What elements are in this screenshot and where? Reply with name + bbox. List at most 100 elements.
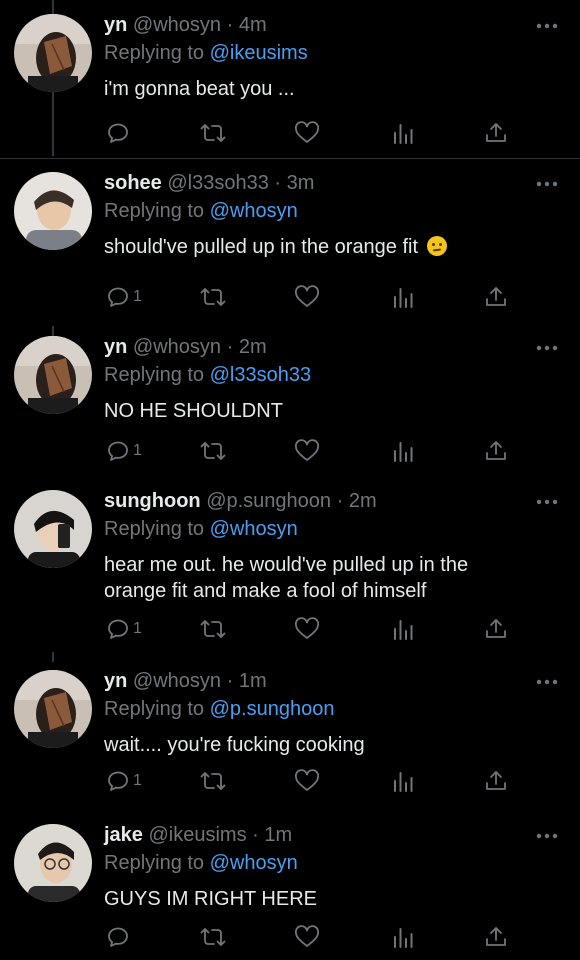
- avatar[interactable]: [14, 336, 92, 414]
- share-icon: [486, 927, 506, 946]
- tweet[interactable]: yn @whosyn · 2m Replying to @l33soh33 NO…: [0, 322, 580, 482]
- heart-icon: [295, 769, 319, 791]
- tweet[interactable]: sunghoon @p.sunghoon · 2m Replying to @w…: [0, 476, 580, 652]
- share-button[interactable]: [484, 120, 508, 146]
- timestamp[interactable]: 1m: [239, 670, 267, 692]
- tweet-header: yn @whosyn · 2m: [104, 336, 267, 359]
- tweet[interactable]: jake @ikeusims · 1m Replying to @whosyn …: [0, 810, 580, 960]
- retweet-button[interactable]: [200, 924, 226, 950]
- views-icon: [394, 620, 413, 640]
- display-name[interactable]: jake: [104, 824, 143, 846]
- more-icon[interactable]: [536, 344, 558, 352]
- replying-label: Replying to: [104, 698, 205, 720]
- mention-link[interactable]: @p.sunghoon: [210, 698, 335, 720]
- more-icon[interactable]: [536, 832, 558, 840]
- replying-to: Replying to @whosyn: [104, 852, 298, 875]
- like-button[interactable]: [294, 924, 320, 950]
- display-name[interactable]: yn: [104, 670, 127, 692]
- replying-to: Replying to @whosyn: [104, 200, 298, 223]
- reply-button[interactable]: [106, 924, 130, 950]
- avatar[interactable]: [14, 824, 92, 902]
- tweet[interactable]: sohee @l33soh33 · 3m Replying to @whosyn…: [0, 158, 580, 326]
- like-button[interactable]: [294, 768, 320, 794]
- mention-link[interactable]: @ikeusims: [210, 42, 308, 64]
- tweet-actions: 1: [104, 438, 506, 464]
- retweet-button[interactable]: [200, 284, 226, 310]
- reply-icon: [108, 287, 128, 307]
- retweet-button[interactable]: [200, 120, 226, 146]
- display-name[interactable]: sohee: [104, 172, 162, 194]
- tweet[interactable]: yn @whosyn · 1m Replying to @p.sunghoon …: [0, 656, 580, 812]
- tweet-text-content: should've pulled up in the orange fit: [104, 236, 419, 258]
- like-button[interactable]: [294, 284, 320, 310]
- like-button[interactable]: [294, 438, 320, 464]
- views-icon: [394, 442, 413, 462]
- views-button[interactable]: [392, 768, 414, 794]
- tweet-header: yn @whosyn · 1m: [104, 670, 267, 693]
- timestamp[interactable]: 4m: [239, 14, 267, 36]
- views-button[interactable]: [392, 924, 414, 950]
- retweet-button[interactable]: [200, 438, 226, 464]
- avatar[interactable]: [14, 172, 92, 250]
- like-button[interactable]: [294, 120, 320, 146]
- timestamp[interactable]: 3m: [287, 172, 315, 194]
- tweet-text: hear me out. he would've pulled up in th…: [104, 552, 544, 604]
- reply-count: 1: [133, 442, 142, 459]
- avatar[interactable]: [14, 670, 92, 748]
- share-button[interactable]: [484, 616, 508, 642]
- share-button[interactable]: [484, 438, 508, 464]
- mention-link[interactable]: @whosyn: [210, 852, 298, 874]
- more-icon[interactable]: [536, 180, 558, 188]
- retweet-button[interactable]: [200, 616, 226, 642]
- replying-label: Replying to: [104, 852, 205, 874]
- more-icon[interactable]: [536, 22, 558, 30]
- reply-button[interactable]: [106, 120, 130, 146]
- reply-button[interactable]: 1: [106, 768, 142, 794]
- reply-button[interactable]: 1: [106, 284, 142, 310]
- replying-to: Replying to @whosyn: [104, 518, 298, 541]
- views-button[interactable]: [392, 438, 414, 464]
- tweet-text: wait.... you're fucking cooking: [104, 734, 365, 756]
- views-button[interactable]: [392, 120, 414, 146]
- display-name[interactable]: sunghoon: [104, 490, 201, 512]
- tweet-text: should've pulled up in the orange fit: [104, 234, 544, 260]
- handle[interactable]: @whosyn: [133, 14, 221, 36]
- views-button[interactable]: [392, 284, 414, 310]
- handle[interactable]: @l33soh33: [167, 172, 268, 194]
- heart-icon: [295, 439, 319, 461]
- tweet-header: jake @ikeusims · 1m: [104, 824, 292, 847]
- separator: ·: [252, 824, 259, 846]
- views-icon: [394, 772, 413, 792]
- share-button[interactable]: [484, 768, 508, 794]
- retweet-icon: [200, 442, 226, 460]
- retweet-button[interactable]: [200, 768, 226, 794]
- reply-button[interactable]: 1: [106, 438, 142, 464]
- reply-count: 1: [133, 288, 142, 305]
- avatar[interactable]: [14, 14, 92, 92]
- share-button[interactable]: [484, 924, 508, 950]
- heart-icon: [295, 617, 319, 639]
- reply-button[interactable]: 1: [106, 616, 142, 642]
- avatar[interactable]: [14, 490, 92, 568]
- separator: ·: [226, 670, 234, 692]
- display-name[interactable]: yn: [104, 14, 127, 36]
- tweet[interactable]: yn @whosyn · 4m Replying to @ikeusims i'…: [0, 0, 580, 158]
- timestamp[interactable]: 1m: [264, 824, 292, 846]
- mention-link[interactable]: @whosyn: [210, 200, 298, 222]
- handle[interactable]: @p.sunghoon: [206, 490, 331, 512]
- handle[interactable]: @whosyn: [133, 670, 221, 692]
- share-button[interactable]: [484, 284, 508, 310]
- timestamp[interactable]: 2m: [349, 490, 377, 512]
- replying-label: Replying to: [104, 42, 205, 64]
- more-icon[interactable]: [536, 678, 558, 686]
- mention-link[interactable]: @l33soh33: [210, 364, 311, 386]
- views-button[interactable]: [392, 616, 414, 642]
- handle[interactable]: @ikeusims: [149, 824, 247, 846]
- timestamp[interactable]: 2m: [239, 336, 267, 358]
- handle[interactable]: @whosyn: [133, 336, 221, 358]
- mention-link[interactable]: @whosyn: [210, 518, 298, 540]
- more-icon[interactable]: [536, 498, 558, 506]
- display-name[interactable]: yn: [104, 336, 127, 358]
- tweet-actions: 1: [104, 284, 506, 310]
- like-button[interactable]: [294, 616, 320, 642]
